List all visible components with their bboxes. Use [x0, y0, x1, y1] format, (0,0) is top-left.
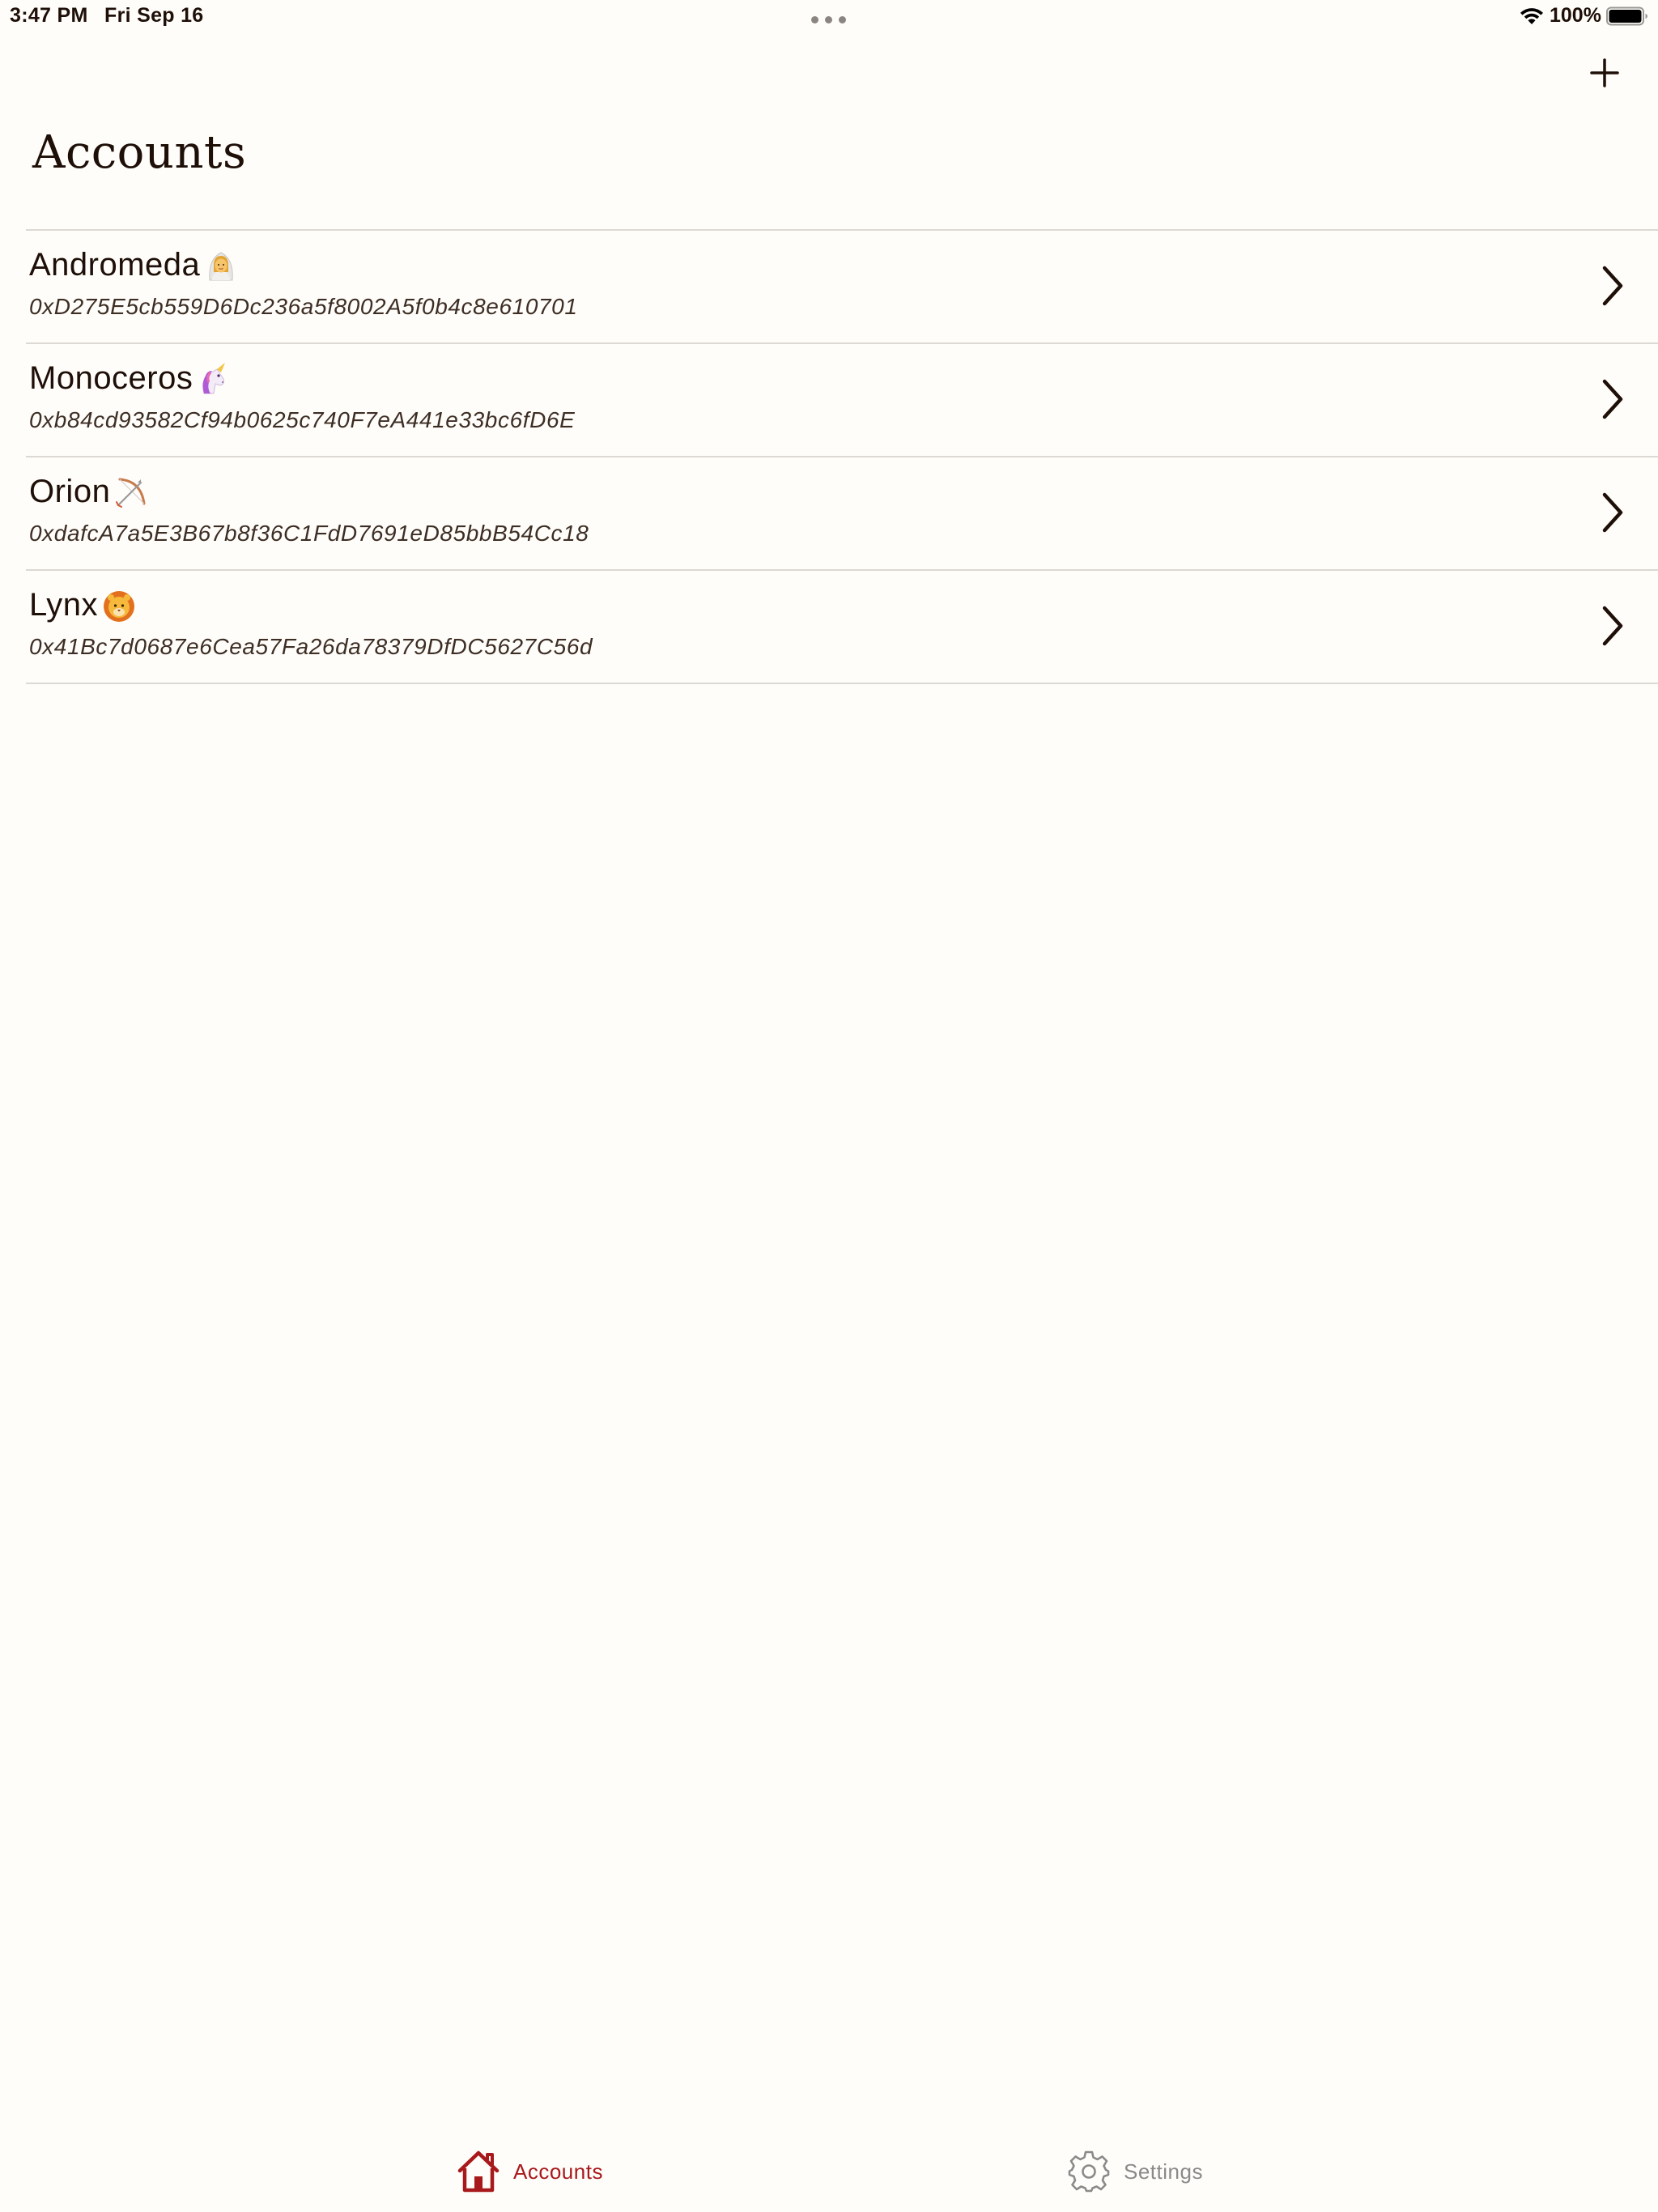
accounts-list: Andromeda 0xD275E5cb559D6Dc236a5f8002A5f…	[26, 229, 1658, 684]
account-address: 0xdafcA7a5E3B67b8f36C1FdD7691eD85bbB54Cc…	[29, 521, 589, 546]
chevron-right-icon	[1602, 266, 1623, 306]
account-address: 0xD275E5cb559D6Dc236a5f8002A5f0b4c8e6107…	[29, 294, 578, 319]
chevron-right-icon	[1602, 606, 1623, 646]
bow-and-arrow-icon	[116, 478, 146, 508]
lion-icon	[104, 590, 135, 622]
page-title: Accounts	[32, 126, 247, 179]
multitasking-dots-icon[interactable]	[811, 16, 847, 24]
tab-accounts[interactable]: Accounts	[455, 2149, 603, 2194]
account-row-lynx[interactable]: Lynx 0x41Bc7d0687e6Cea57Fa26da78379DfDC5…	[26, 571, 1658, 683]
status-time: 3:47 PM	[10, 4, 88, 27]
account-row-monoceros[interactable]: Monoceros 0xb84cd93582Cf94b0625c740F7eA4…	[26, 344, 1658, 456]
house-icon	[457, 2150, 500, 2193]
account-name: Monoceros	[29, 360, 232, 397]
battery-icon	[1606, 6, 1647, 26]
account-name: Lynx	[29, 587, 137, 623]
account-row-andromeda[interactable]: Andromeda 0xD275E5cb559D6Dc236a5f8002A5f…	[26, 231, 1658, 342]
chevron-right-icon	[1602, 379, 1623, 419]
account-row-orion[interactable]: Orion 0xdafcA7a5E3B67b8f36C1FdD7691eD85b…	[26, 457, 1658, 569]
account-address: 0xb84cd93582Cf94b0625c740F7eA441e33bc6fD…	[29, 407, 576, 432]
account-name: Orion	[29, 474, 149, 510]
list-divider	[26, 683, 1658, 684]
status-date: Fri Sep 16	[104, 4, 204, 27]
account-name: Andromeda	[29, 247, 239, 283]
tab-settings-label: Settings	[1124, 2159, 1203, 2184]
account-address: 0x41Bc7d0687e6Cea57Fa26da78379DfDC5627C5…	[29, 634, 593, 659]
account-name-text: Lynx	[29, 587, 99, 623]
tab-settings[interactable]: Settings	[1065, 2149, 1203, 2194]
add-account-button[interactable]	[1587, 55, 1622, 91]
gear-icon	[1068, 2150, 1110, 2193]
unicorn-icon	[202, 362, 226, 393]
account-name-text: Andromeda	[29, 247, 201, 283]
chevron-right-icon	[1602, 492, 1623, 533]
battery-percentage: 100%	[1550, 4, 1601, 27]
wifi-icon	[1520, 8, 1543, 24]
account-name-text: Monoceros	[29, 360, 193, 396]
account-name-text: Orion	[29, 474, 111, 509]
woman-with-veil-icon	[209, 251, 234, 280]
status-bar: 3:47 PM Fri Sep 16 100%	[0, 0, 1658, 36]
tab-bar: Accounts Settings	[0, 2121, 1658, 2212]
tab-accounts-label: Accounts	[513, 2159, 603, 2184]
